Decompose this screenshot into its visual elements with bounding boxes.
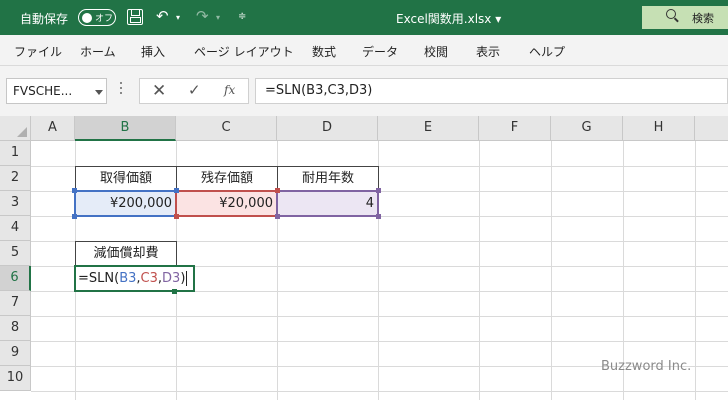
autosave-state: オフ: [95, 14, 114, 24]
file-name[interactable]: Excel関数用.xlsx ▾: [396, 10, 501, 27]
row-header-10[interactable]: 10: [0, 366, 31, 391]
cell-b5[interactable]: 減価償却費: [75, 241, 177, 266]
tab-data[interactable]: データ: [362, 43, 398, 60]
name-box-value: FVSCHE...: [13, 84, 73, 98]
formula-input[interactable]: =SLN(B3,C3,D3): [255, 78, 728, 104]
toggle-knob: [82, 12, 92, 23]
formula-buttons: ✕ ✓ fx: [139, 78, 249, 104]
formula-bar-grip-icon[interactable]: [120, 82, 123, 98]
ribbon-tabs: ファイル ホーム 挿入 ページ レイアウト 数式 データ 校閲 表示 ヘルプ: [0, 35, 728, 66]
enter-icon[interactable]: ✓: [188, 81, 201, 99]
undo-dropdown-icon[interactable]: ▾: [176, 13, 180, 22]
search-label: 検索: [692, 12, 714, 25]
ref-d3-handle[interactable]: [376, 188, 381, 193]
column-header-f[interactable]: F: [479, 116, 551, 141]
title-bar: 自動保存 オフ ↶ ▾ ↷ ▾ ≑ Excel関数用.xlsx ▾ 検索: [0, 0, 728, 35]
row-header-3[interactable]: 3: [0, 191, 31, 216]
fill-handle[interactable]: [172, 289, 177, 294]
edit-ref-c3: C3: [140, 271, 158, 286]
formula-text: =SLN(B3,C3,D3): [265, 83, 373, 98]
redo-icon[interactable]: ↷: [196, 7, 209, 25]
tab-insert[interactable]: 挿入: [141, 43, 165, 60]
ref-d3-handle[interactable]: [275, 214, 280, 219]
row-header-4[interactable]: 4: [0, 216, 31, 241]
formula-bar: FVSCHE... ✕ ✓ fx =SLN(B3,C3,D3): [0, 66, 728, 116]
tab-page-layout[interactable]: ページ レイアウト: [194, 43, 294, 60]
select-all-button[interactable]: [0, 116, 31, 141]
watermark: Buzzword Inc.: [601, 359, 692, 374]
cell-c2[interactable]: 残存価額: [176, 166, 278, 191]
tab-review[interactable]: 校閲: [424, 43, 448, 60]
column-header-d[interactable]: D: [277, 116, 378, 141]
row-header-5[interactable]: 5: [0, 241, 31, 266]
column-header-g[interactable]: G: [551, 116, 623, 141]
cancel-icon[interactable]: ✕: [152, 81, 166, 101]
autosave-label: 自動保存: [20, 12, 69, 26]
cell-d2[interactable]: 耐用年数: [277, 166, 379, 191]
cell-c3[interactable]: ¥20,000: [175, 190, 278, 217]
text-caret: [186, 271, 188, 286]
ref-c3-handle[interactable]: [174, 214, 179, 219]
column-header-b[interactable]: B: [75, 116, 176, 141]
redo-dropdown-icon[interactable]: ▾: [216, 13, 220, 22]
row-header-8[interactable]: 8: [0, 316, 31, 341]
customize-qat-icon[interactable]: ≑: [238, 11, 246, 22]
search-icon: [666, 9, 676, 19]
save-icon[interactable]: [127, 9, 143, 25]
ref-b3-handle[interactable]: [174, 188, 179, 193]
name-box-dropdown-icon[interactable]: [95, 90, 103, 95]
ref-b3-handle[interactable]: [72, 188, 77, 193]
autosave-toggle[interactable]: オフ: [78, 9, 116, 26]
cell-b2[interactable]: 取得価額: [75, 166, 177, 191]
cell-b6-editor[interactable]: =SLN(B3,C3,D3): [74, 265, 195, 292]
edit-suffix: ): [180, 271, 186, 286]
row-header-1[interactable]: 1: [0, 141, 31, 166]
search-box[interactable]: 検索: [642, 6, 728, 29]
name-box[interactable]: FVSCHE...: [6, 78, 107, 104]
tab-formulas[interactable]: 数式: [312, 43, 336, 60]
cell-b3[interactable]: ¥200,000: [74, 190, 177, 217]
tab-file[interactable]: ファイル: [14, 43, 62, 60]
tab-view[interactable]: 表示: [476, 43, 500, 60]
insert-function-icon[interactable]: fx: [224, 83, 235, 97]
column-header-overflow[interactable]: [695, 116, 728, 141]
file-name-text: Excel関数用.xlsx: [396, 12, 492, 26]
column-header-h[interactable]: H: [623, 116, 695, 141]
edit-ref-d3: D3: [162, 271, 181, 286]
column-header-a[interactable]: A: [31, 116, 75, 141]
row-header-2[interactable]: 2: [0, 166, 31, 191]
column-header-c[interactable]: C: [176, 116, 277, 141]
tab-home[interactable]: ホーム: [80, 43, 116, 60]
tab-help[interactable]: ヘルプ: [529, 43, 565, 60]
ref-d3-handle[interactable]: [376, 214, 381, 219]
ref-b3-handle[interactable]: [72, 214, 77, 219]
ref-c3-handle[interactable]: [275, 188, 280, 193]
edit-prefix: =SLN(: [78, 271, 120, 286]
row-header-7[interactable]: 7: [0, 291, 31, 316]
column-header-e[interactable]: E: [378, 116, 479, 141]
worksheet-grid: A B C D E F G H 1 2 3 4 5 6 7 8 9 10 取得価…: [0, 116, 728, 400]
row-header-9[interactable]: 9: [0, 341, 31, 366]
row-header-6[interactable]: 6: [0, 266, 31, 291]
undo-icon[interactable]: ↶: [156, 7, 169, 25]
cell-d3[interactable]: 4: [276, 190, 379, 217]
edit-ref-b3: B3: [119, 271, 137, 286]
